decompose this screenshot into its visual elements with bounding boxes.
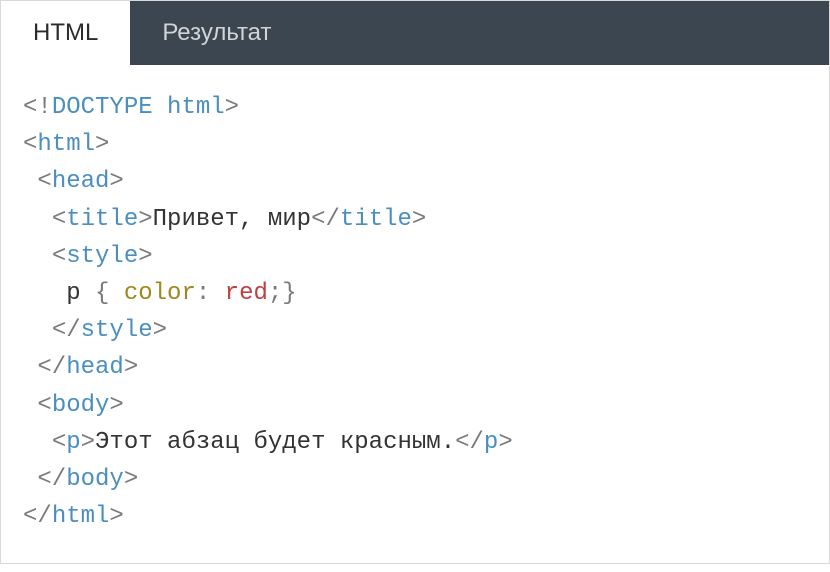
- tag-title-close: title: [340, 206, 412, 233]
- title-text: Привет, мир: [153, 206, 311, 233]
- punct: >: [498, 429, 512, 456]
- css-colon: :: [196, 280, 225, 307]
- tag-head-close: head: [66, 354, 124, 381]
- p-text: Этот абзац будет красным.: [95, 429, 455, 456]
- punct: </: [23, 503, 52, 530]
- code-line-7: </style>: [52, 317, 167, 344]
- code-line-12: </html>: [23, 503, 124, 530]
- css-semi: ;: [268, 280, 282, 307]
- punct: >: [124, 354, 138, 381]
- punct: >: [412, 206, 426, 233]
- punct: >: [95, 131, 109, 158]
- css-prop: color: [124, 280, 196, 307]
- tag-p: p: [66, 429, 80, 456]
- punct: <: [52, 429, 66, 456]
- punct: <: [23, 131, 37, 158]
- punct: >: [81, 429, 95, 456]
- tab-result[interactable]: Результат: [130, 1, 303, 65]
- tag-p-close: p: [484, 429, 498, 456]
- punct: >: [138, 206, 152, 233]
- code-line-5: <style>: [52, 243, 153, 270]
- punct: >: [225, 94, 239, 121]
- punct: >: [109, 392, 123, 419]
- punct: <: [37, 392, 51, 419]
- punct: </: [311, 206, 340, 233]
- punct: >: [124, 466, 138, 493]
- tag-body-close: body: [66, 466, 124, 493]
- punct: <: [52, 206, 66, 233]
- code-block: <!DOCTYPE html> <html> <head> <title>При…: [1, 65, 829, 563]
- css-brace: {: [81, 280, 124, 307]
- punct: </: [37, 466, 66, 493]
- code-line-6: p { color: red;}: [66, 280, 296, 307]
- code-line-1: <!DOCTYPE html>: [23, 94, 239, 121]
- code-line-2: <html>: [23, 131, 109, 158]
- tag-style: style: [66, 243, 138, 270]
- tab-html[interactable]: HTML: [1, 1, 130, 65]
- tag-title: title: [66, 206, 138, 233]
- doctype-html: html: [167, 94, 225, 121]
- code-line-8: </head>: [37, 354, 138, 381]
- tag-head: head: [52, 168, 110, 195]
- tag-body: body: [52, 392, 110, 419]
- punct: </: [455, 429, 484, 456]
- punct: <: [52, 243, 66, 270]
- space: [153, 94, 167, 121]
- punct: >: [109, 168, 123, 195]
- tag-style-close: style: [81, 317, 153, 344]
- punct: >: [153, 317, 167, 344]
- code-line-11: </body>: [37, 466, 138, 493]
- tab-bar: HTML Результат: [1, 1, 829, 65]
- code-line-4: <title>Привет, мир</title>: [52, 206, 427, 233]
- code-example-panel: HTML Результат <!DOCTYPE html> <html> <h…: [0, 0, 830, 564]
- punct: </: [37, 354, 66, 381]
- css-value: red: [225, 280, 268, 307]
- punct: <: [37, 168, 51, 195]
- css-selector: p: [66, 280, 80, 307]
- punct: >: [109, 503, 123, 530]
- punct: >: [138, 243, 152, 270]
- code-line-3: <head>: [37, 168, 123, 195]
- css-brace: }: [282, 280, 296, 307]
- tag-html: html: [37, 131, 95, 158]
- code-line-10: <p>Этот абзац будет красным.</p>: [52, 429, 513, 456]
- punct: </: [52, 317, 81, 344]
- punct: <!: [23, 94, 52, 121]
- doctype-kw: DOCTYPE: [52, 94, 153, 121]
- tag-html-close: html: [52, 503, 110, 530]
- code-line-9: <body>: [37, 392, 123, 419]
